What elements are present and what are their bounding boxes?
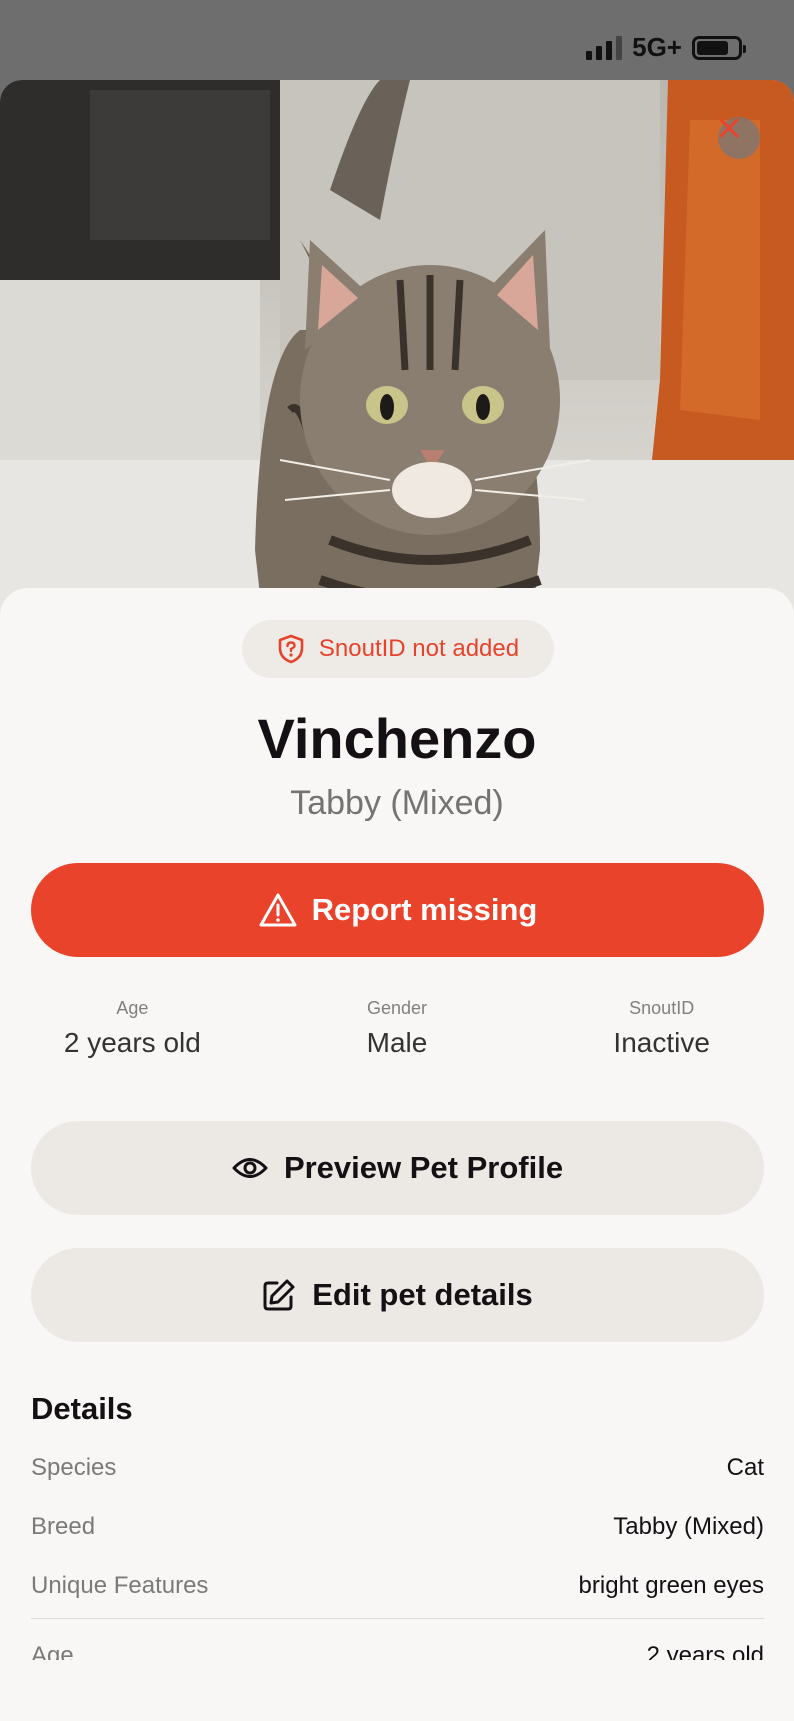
pet-photo (0, 80, 794, 640)
detail-key: Breed (31, 1513, 96, 1540)
stat-label: Gender (366, 998, 428, 1018)
status-bar: 5G+ (0, 0, 794, 80)
divider (31, 1618, 764, 1619)
close-icon (719, 118, 739, 138)
pet-info-card: SnoutID not added Vinchenzo Tabby (Mixed… (0, 588, 794, 1721)
pet-stats: Age 2 years old Gender Male SnoutID Inac… (0, 986, 794, 1086)
detail-row-species: Species Cat (31, 1448, 764, 1488)
detail-value: Tabby (Mixed) (613, 1513, 764, 1540)
detail-row-unique-features: Unique Features bright green eyes (31, 1566, 764, 1606)
edit-icon (263, 1279, 295, 1311)
stat-value: Inactive (613, 1027, 710, 1058)
detail-row-breed: Breed Tabby (Mixed) (31, 1507, 764, 1547)
edit-button-label: Edit pet details (312, 1277, 533, 1312)
preview-pet-profile-button[interactable]: Preview Pet Profile (31, 1121, 764, 1215)
detail-row-age: Age 2 years old (31, 1634, 764, 1660)
detail-key: Unique Features (31, 1572, 209, 1599)
stat-gender: Gender Male (265, 986, 530, 1086)
report-missing-label: Report missing (311, 892, 538, 927)
shield-question-icon (278, 634, 304, 664)
detail-value: bright green eyes (578, 1572, 764, 1599)
stat-label: Age (116, 998, 149, 1018)
pet-breed: Tabby (Mixed) (290, 784, 504, 822)
battery-icon (692, 35, 746, 60)
cat-photo-illustration (0, 80, 794, 640)
network-type: 5G+ (632, 32, 682, 62)
stat-label: SnoutID (629, 998, 695, 1018)
warning-triangle-icon (259, 893, 297, 927)
pet-detail-sheet: SnoutID not added Vinchenzo Tabby (Mixed… (0, 80, 794, 1721)
badge-text: SnoutID not added (318, 635, 520, 662)
preview-button-label: Preview Pet Profile (283, 1150, 564, 1185)
stat-snoutid: SnoutID Inactive (529, 986, 794, 1086)
signal-icon (586, 35, 623, 60)
close-button[interactable] (718, 117, 760, 159)
detail-value: Cat (726, 1454, 764, 1481)
stat-value: Male (366, 1027, 428, 1058)
detail-key: Age (31, 1642, 74, 1660)
detail-value: 2 years old (646, 1642, 764, 1660)
pet-name: Vinchenzo (257, 707, 537, 770)
report-missing-button[interactable]: Report missing (31, 863, 764, 957)
stat-age: Age 2 years old (0, 986, 265, 1086)
details-heading: Details (31, 1391, 133, 1426)
status-indicators: 5G+ (586, 32, 746, 63)
stat-value: 2 years old (63, 1027, 201, 1058)
eye-icon (232, 1158, 268, 1178)
detail-key: Species (31, 1454, 117, 1481)
snoutid-status-badge[interactable]: SnoutID not added (242, 620, 554, 678)
edit-pet-details-button[interactable]: Edit pet details (31, 1248, 764, 1342)
